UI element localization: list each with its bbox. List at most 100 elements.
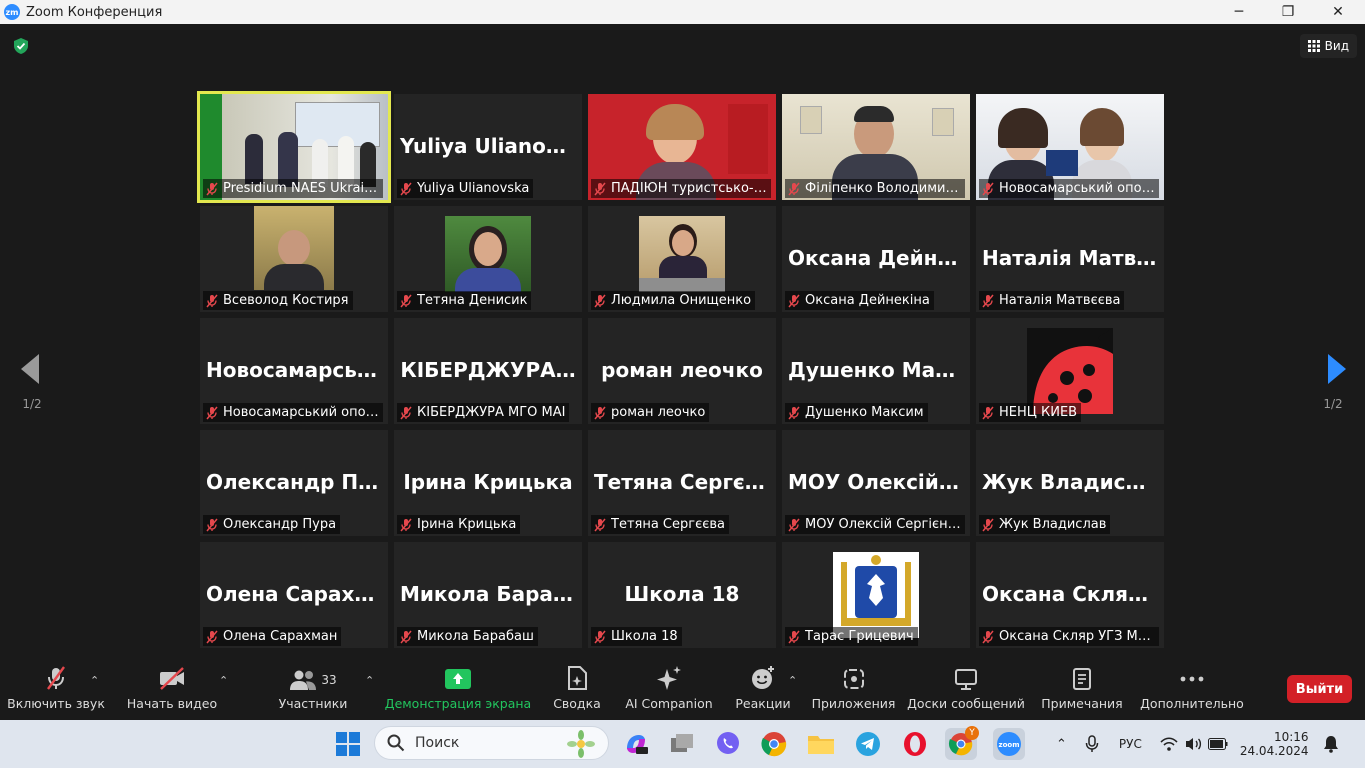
- view-button[interactable]: Вид: [1299, 34, 1357, 58]
- summary-label: Сводка: [553, 696, 601, 711]
- microphone-icon[interactable]: [1085, 735, 1099, 753]
- participant-tile[interactable]: Олександр Пура Олександр Пура: [200, 430, 388, 536]
- participant-tile[interactable]: роман леочко роман леочко: [588, 318, 776, 424]
- participant-name: Микола Барабаш: [417, 629, 534, 644]
- notes-label: Примечания: [1041, 696, 1123, 711]
- volume-icon[interactable]: [1184, 736, 1202, 752]
- ai-companion-label: AI Companion: [625, 696, 713, 711]
- prev-page-arrow-icon[interactable]: [19, 354, 43, 384]
- participant-tile[interactable]: ПАДІЮН туристсько-кра…: [588, 94, 776, 200]
- participant-name: роман леочко: [611, 405, 706, 420]
- battery-icon[interactable]: [1207, 738, 1228, 750]
- participant-tile[interactable]: Всеволод Костиря: [200, 206, 388, 312]
- start-video-button[interactable]: Начать видео: [127, 660, 217, 720]
- participant-display-name: Олена Сарахман: [206, 582, 388, 606]
- participants-options-chevron-icon[interactable]: ⌃: [365, 674, 374, 687]
- participant-tile[interactable]: НЕНЦ КИЕВ: [976, 318, 1164, 424]
- apps-button[interactable]: Приложения: [811, 660, 896, 720]
- close-button[interactable]: ✕: [1315, 0, 1361, 24]
- restore-button[interactable]: ❐: [1265, 0, 1311, 24]
- participant-name: Людмила Онищенко: [611, 293, 752, 308]
- participant-tile[interactable]: Школа 18 Школа 18: [588, 542, 776, 648]
- keyboard-language[interactable]: РУС: [1119, 737, 1142, 751]
- participant-tile[interactable]: Душенко Макс… Душенко Максим: [782, 318, 970, 424]
- notification-bell-icon[interactable]: [1323, 735, 1339, 753]
- participant-name-label: роман леочко: [591, 403, 710, 422]
- participant-tile[interactable]: Жук Владислав Жук Владислав: [976, 430, 1164, 536]
- unmute-label: Включить звук: [7, 696, 105, 711]
- chrome-icon[interactable]: [758, 728, 790, 760]
- participant-tile[interactable]: Yuliya Ulianovska Yuliya Ulianovska: [394, 94, 582, 200]
- windows-start-button[interactable]: [332, 728, 364, 760]
- more-button[interactable]: Дополнительно: [1140, 660, 1244, 720]
- participant-name-label: Жук Владислав: [979, 515, 1111, 534]
- participant-display-name: Оксана Скляр…: [982, 582, 1163, 606]
- participant-name: Олена Сарахман: [223, 629, 338, 644]
- participant-tile[interactable]: Філіпенко Володимир М…: [782, 94, 970, 200]
- participant-tile[interactable]: Микола Бараб… Микола Барабаш: [394, 542, 582, 648]
- participant-name: Олександр Пура: [223, 517, 337, 532]
- reactions-options-chevron-icon[interactable]: ⌃: [788, 674, 797, 687]
- participant-tile[interactable]: МОУ Олексій С… МОУ Олексій Сергієнко: [782, 430, 970, 536]
- participant-tile[interactable]: Новосамарський опорн…: [976, 94, 1164, 200]
- participant-display-name: Жук Владислав: [982, 470, 1164, 494]
- whiteboards-button[interactable]: Доски сообщений: [907, 660, 1025, 720]
- file-explorer-icon[interactable]: [805, 728, 837, 760]
- share-screen-button[interactable]: Демонстрация экрана: [385, 660, 531, 720]
- participant-name-label: МОУ Олексій Сергієнко: [785, 515, 965, 534]
- copilot-taskbar-icon[interactable]: [620, 728, 652, 760]
- participant-name-label: Людмила Онищенко: [591, 291, 756, 310]
- participant-tile[interactable]: КІБЕРДЖУРА… КІБЕРДЖУРА МГО МАІ: [394, 318, 582, 424]
- participant-tile[interactable]: Олена Сарахман Олена Сарахман: [200, 542, 388, 648]
- participant-tile[interactable]: Оксана Скляр… Оксана Скляр УГЗ МОУ: [976, 542, 1164, 648]
- next-page-arrow-icon[interactable]: [1324, 354, 1348, 384]
- participant-name: Новосамарський опорн…: [999, 181, 1155, 196]
- leave-meeting-button[interactable]: Выйти: [1287, 675, 1352, 703]
- participant-name-label: Наталія Матвєєва: [979, 291, 1125, 310]
- muted-mic-icon: [206, 630, 218, 643]
- taskbar-search-box[interactable]: Поиск: [374, 726, 609, 760]
- audio-options-chevron-icon[interactable]: ⌃: [90, 674, 99, 687]
- video-options-chevron-icon[interactable]: ⌃: [219, 674, 228, 687]
- chrome-profile-icon[interactable]: Y: [945, 726, 979, 760]
- unmute-button[interactable]: Включить звук: [7, 660, 105, 720]
- viber-icon[interactable]: [712, 728, 744, 760]
- participant-tile[interactable]: Наталія Матвєє… Наталія Матвєєва: [976, 206, 1164, 312]
- muted-mic-icon: [594, 406, 606, 419]
- minimize-button[interactable]: ─: [1216, 0, 1262, 24]
- task-view-icon[interactable]: [666, 728, 698, 760]
- opera-icon[interactable]: [899, 728, 931, 760]
- clock[interactable]: 10:16 24.04.2024: [1240, 730, 1309, 758]
- participant-display-name: Новосамарськ…: [206, 358, 388, 382]
- notes-button[interactable]: Примечания: [1040, 660, 1124, 720]
- ai-companion-button[interactable]: AI Companion: [624, 660, 714, 720]
- participant-tile[interactable]: Ірина Крицька Ірина Крицька: [394, 430, 582, 536]
- ladybug-avatar-icon: [1027, 328, 1113, 414]
- participant-name-label: Тарас Грицевич: [785, 627, 918, 646]
- participant-tile[interactable]: Тетяна Денисик: [394, 206, 582, 312]
- wifi-icon[interactable]: [1160, 736, 1178, 752]
- telegram-icon[interactable]: [852, 728, 884, 760]
- zoom-taskbar-icon[interactable]: zoom: [993, 728, 1025, 760]
- participant-name: Ірина Крицька: [417, 517, 517, 532]
- reaction-emoji-icon: [752, 666, 774, 689]
- participant-tile[interactable]: Тарас Грицевич: [782, 542, 970, 648]
- muted-mic-icon: [982, 294, 994, 307]
- participant-name-label: Душенко Максим: [785, 403, 928, 422]
- participant-tile[interactable]: Новосамарськ… Новосамарський опорн…: [200, 318, 388, 424]
- participant-name-label: Новосамарський опорн…: [203, 403, 383, 422]
- summary-button[interactable]: Сводка: [548, 660, 606, 720]
- participant-name-label: Олександр Пура: [203, 515, 341, 534]
- participant-tile[interactable]: Presidium NAES Ukraine: [197, 91, 391, 203]
- tray-overflow-chevron-icon[interactable]: ⌃: [1056, 737, 1067, 752]
- reactions-button[interactable]: Реакции: [735, 660, 791, 720]
- participant-name: Новосамарський опорн…: [223, 405, 379, 420]
- participant-tile[interactable]: Людмила Онищенко: [588, 206, 776, 312]
- participant-tile[interactable]: Тетяна Сергєєва Тетяна Сергєєва: [588, 430, 776, 536]
- participants-button[interactable]: 33 Участники: [276, 660, 350, 720]
- chrome-profile-badge: Y: [965, 726, 979, 740]
- sparkle-icon: [657, 666, 681, 690]
- security-shield-icon[interactable]: [12, 37, 30, 55]
- participant-tile[interactable]: Оксана Дейнек… Оксана Дейнекіна: [782, 206, 970, 312]
- participant-name: Школа 18: [611, 629, 678, 644]
